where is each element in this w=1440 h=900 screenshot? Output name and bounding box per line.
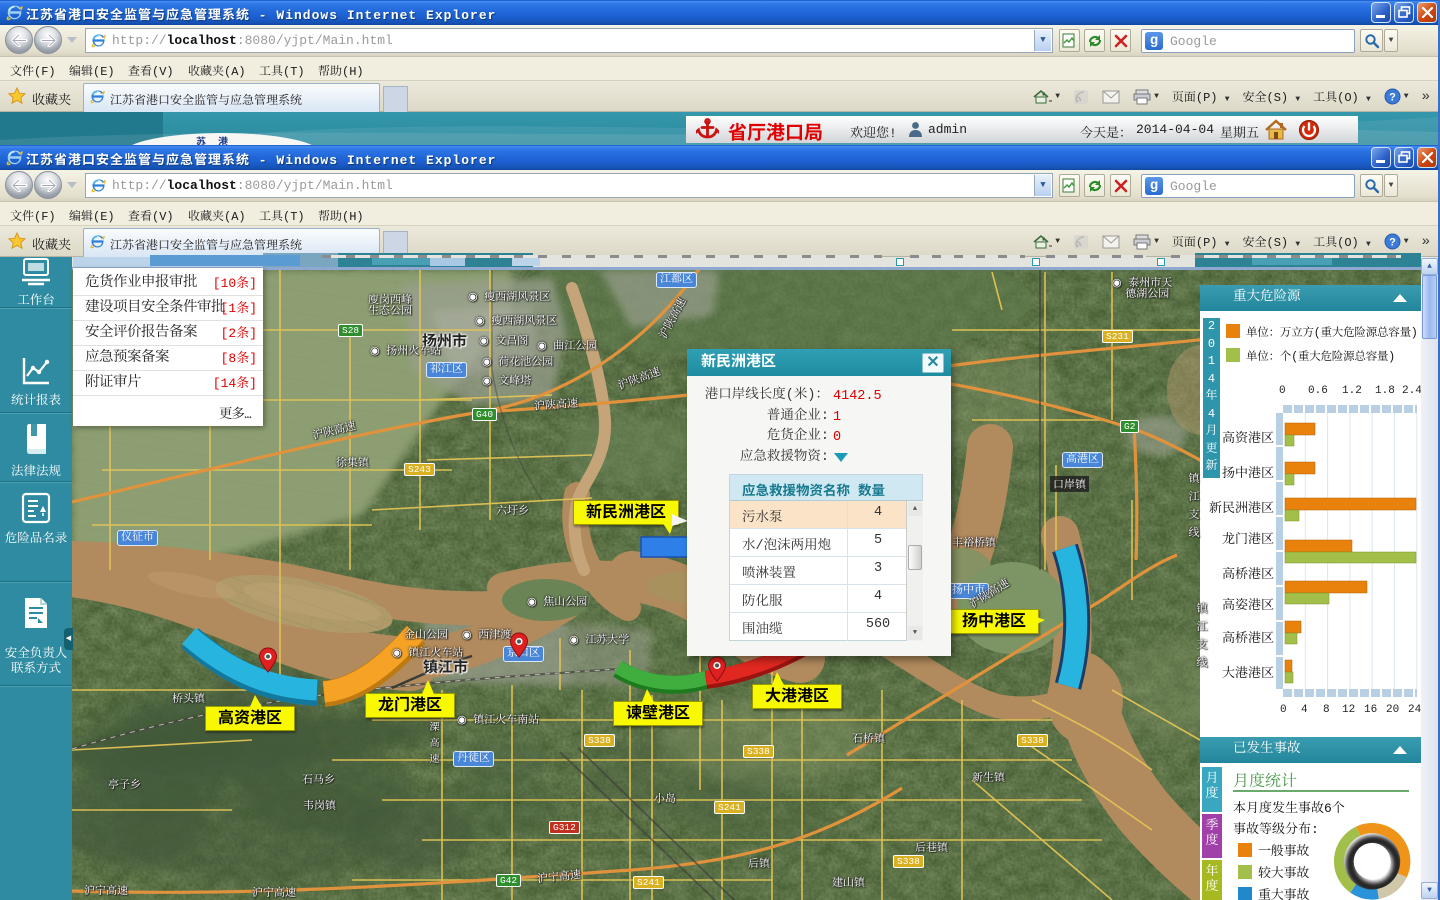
svg-text:?: ? <box>1389 238 1396 250</box>
svg-text:?: ? <box>1389 93 1396 105</box>
